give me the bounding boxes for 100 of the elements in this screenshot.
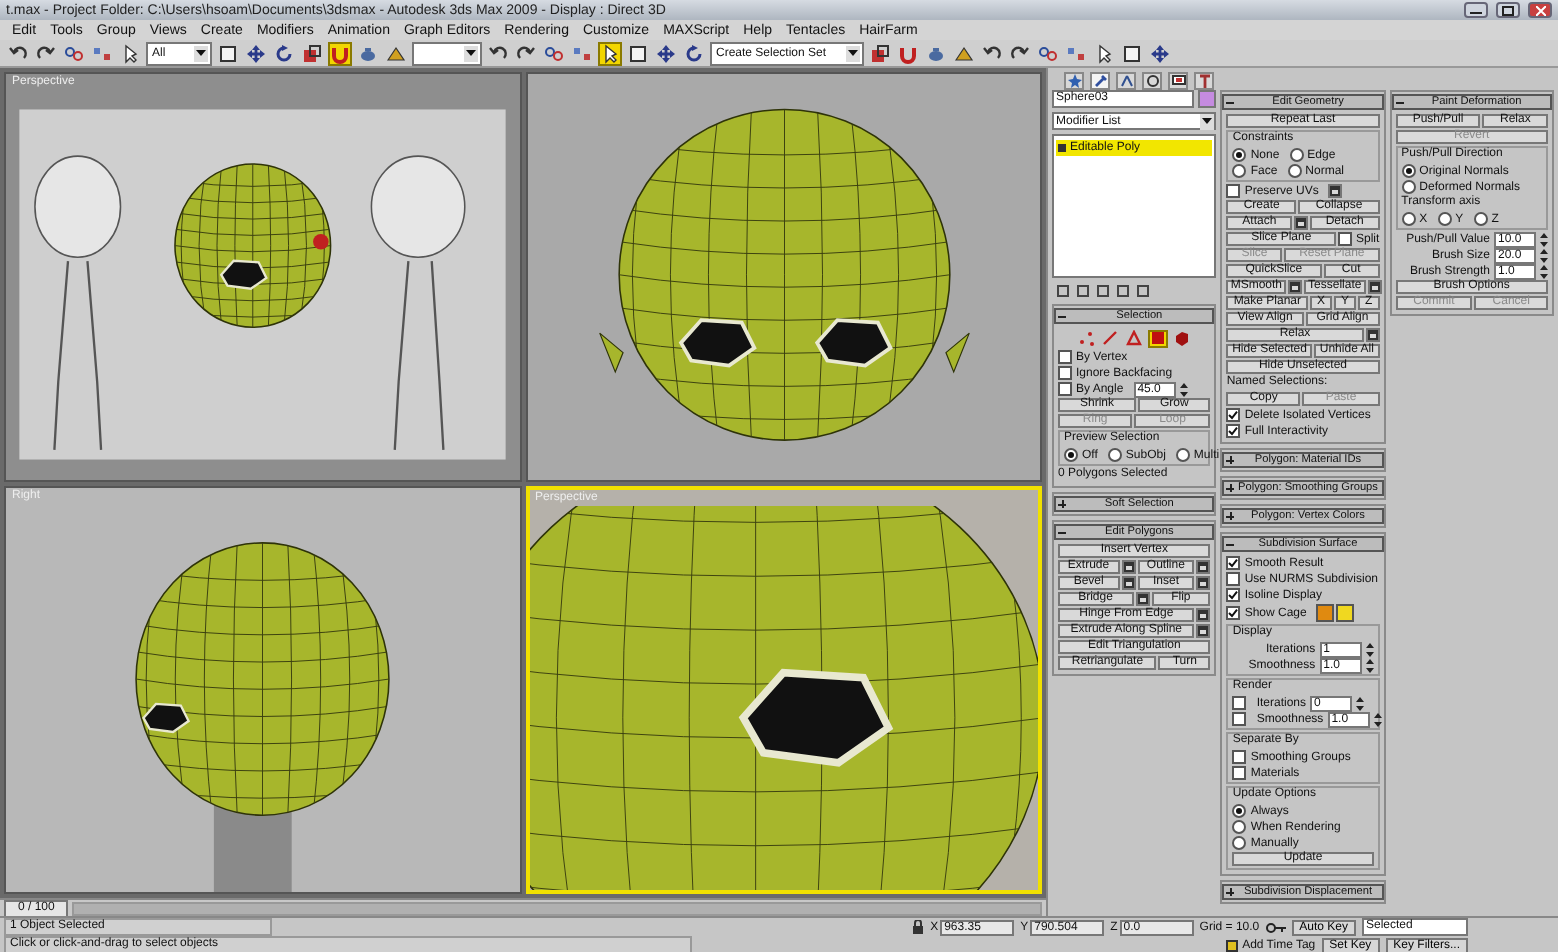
- subobject-button[interactable]: [1100, 329, 1121, 347]
- toolbar-button[interactable]: [1036, 41, 1060, 65]
- toolbar-button[interactable]: [244, 41, 268, 65]
- checkbox[interactable]: [1226, 606, 1241, 620]
- color-swatch[interactable]: [1316, 604, 1335, 622]
- spinner-arrows-icon[interactable]: [1356, 695, 1365, 711]
- subobject-button[interactable]: [1148, 329, 1169, 347]
- spinner-arrows-icon[interactable]: [1539, 231, 1548, 247]
- toolbar-button[interactable]: [1120, 41, 1144, 65]
- magnet-icon: [898, 43, 918, 63]
- move-icon: [1150, 43, 1170, 63]
- close-icon: [1535, 5, 1545, 15]
- tag-icon[interactable]: [1226, 939, 1239, 951]
- magnet-icon: [330, 43, 350, 63]
- spinner-arrows-icon[interactable]: [1373, 711, 1382, 727]
- redo-icon: [1010, 43, 1030, 63]
- redo-icon: [516, 43, 536, 63]
- panel-tab[interactable]: [1090, 71, 1110, 89]
- spinner-arrows-icon[interactable]: [1179, 381, 1188, 397]
- spinner-arrows-icon[interactable]: [1539, 263, 1548, 279]
- square-icon: [1122, 43, 1142, 63]
- radio-button[interactable]: [1437, 212, 1452, 226]
- panel-tab[interactable]: [1142, 71, 1162, 89]
- link-icon: [1038, 43, 1058, 63]
- checkbox[interactable]: [1226, 588, 1241, 602]
- settings-button[interactable]: [1288, 280, 1303, 294]
- spinner-arrows-icon[interactable]: [1365, 657, 1374, 673]
- minimize-button[interactable]: [1464, 2, 1488, 18]
- move-icon: [656, 43, 676, 63]
- radio-button[interactable]: [1473, 212, 1488, 226]
- checkbox[interactable]: [1232, 750, 1247, 764]
- checkbox[interactable]: [1226, 424, 1241, 438]
- subobject-button[interactable]: [1124, 329, 1145, 347]
- spinner-arrows-icon[interactable]: [1539, 247, 1548, 263]
- viewport[interactable]: [525, 72, 1042, 481]
- maximize-button[interactable]: [1496, 2, 1520, 18]
- settings-button[interactable]: [1367, 280, 1382, 294]
- radio-button[interactable]: [1232, 820, 1247, 834]
- subobject-button[interactable]: [1172, 329, 1193, 347]
- radio-button[interactable]: [1107, 448, 1122, 462]
- radio-button[interactable]: [1401, 212, 1416, 226]
- checkbox[interactable]: [1232, 712, 1247, 726]
- radio-button[interactable]: [1401, 164, 1416, 178]
- checkbox[interactable]: [1058, 350, 1072, 364]
- checkbox[interactable]: [1058, 382, 1072, 396]
- checkbox[interactable]: [1232, 696, 1247, 710]
- dropdown-arrow-icon: [196, 50, 206, 56]
- toolbar-button[interactable]: [654, 41, 678, 65]
- settings-button[interactable]: [1328, 184, 1343, 198]
- monitor-icon: [1171, 73, 1185, 87]
- circle-icon: [1145, 73, 1159, 87]
- star-icon: [1067, 73, 1081, 87]
- lock-icon[interactable]: [912, 920, 925, 934]
- cursor-icon: [1094, 43, 1114, 63]
- panel-tab[interactable]: [1168, 71, 1188, 89]
- panel-tab[interactable]: [1116, 71, 1136, 89]
- link-icon: [64, 43, 84, 63]
- polygon-icon: [1150, 330, 1167, 346]
- wrench-icon: [1093, 73, 1107, 87]
- object-color-swatch[interactable]: [1198, 90, 1217, 108]
- settings-button[interactable]: [1294, 216, 1308, 230]
- toolbar-button[interactable]: [272, 41, 296, 65]
- toolbar-button[interactable]: [682, 41, 706, 65]
- checkbox[interactable]: [1226, 408, 1241, 422]
- radio-button[interactable]: [1232, 148, 1247, 162]
- border-icon: [1126, 330, 1143, 346]
- minimize-icon: [1470, 6, 1482, 14]
- rotate-icon: [274, 43, 294, 63]
- radio-button[interactable]: [1175, 448, 1190, 462]
- radio-button[interactable]: [1287, 164, 1302, 178]
- spinner-arrows-icon[interactable]: [1365, 641, 1374, 657]
- checkbox[interactable]: [1058, 366, 1072, 380]
- toolbar-button[interactable]: [62, 41, 86, 65]
- toolbar-button[interactable]: [626, 41, 650, 65]
- link-icon: [544, 43, 564, 63]
- checkbox[interactable]: [1226, 556, 1241, 570]
- undo-icon: [8, 43, 28, 63]
- toolbar-button[interactable]: [598, 41, 622, 65]
- checkbox[interactable]: [1232, 766, 1247, 780]
- radio-button[interactable]: [1064, 448, 1078, 462]
- checkbox[interactable]: [1226, 572, 1241, 586]
- radio-button[interactable]: [1232, 804, 1247, 818]
- close-button[interactable]: [1528, 2, 1552, 18]
- toolbar-button[interactable]: [216, 41, 240, 65]
- radio-button[interactable]: [1232, 836, 1247, 850]
- checkbox[interactable]: [1226, 184, 1241, 198]
- subobject-button[interactable]: [1076, 329, 1097, 347]
- color-swatch[interactable]: [1336, 604, 1355, 622]
- toolbar-button[interactable]: [542, 41, 566, 65]
- radio-button[interactable]: [1289, 148, 1304, 162]
- toolbar-dropdown[interactable]: [412, 41, 482, 65]
- key-icon[interactable]: [1265, 921, 1286, 933]
- settings-button[interactable]: [1365, 328, 1380, 342]
- radio-button[interactable]: [1232, 164, 1247, 178]
- radio-button[interactable]: [1401, 180, 1416, 194]
- square-icon: [628, 43, 648, 63]
- toolbar-button[interactable]: [1148, 41, 1172, 65]
- checkbox[interactable]: [1337, 232, 1352, 246]
- cursor-icon: [120, 43, 140, 63]
- square-icon: [218, 43, 238, 63]
